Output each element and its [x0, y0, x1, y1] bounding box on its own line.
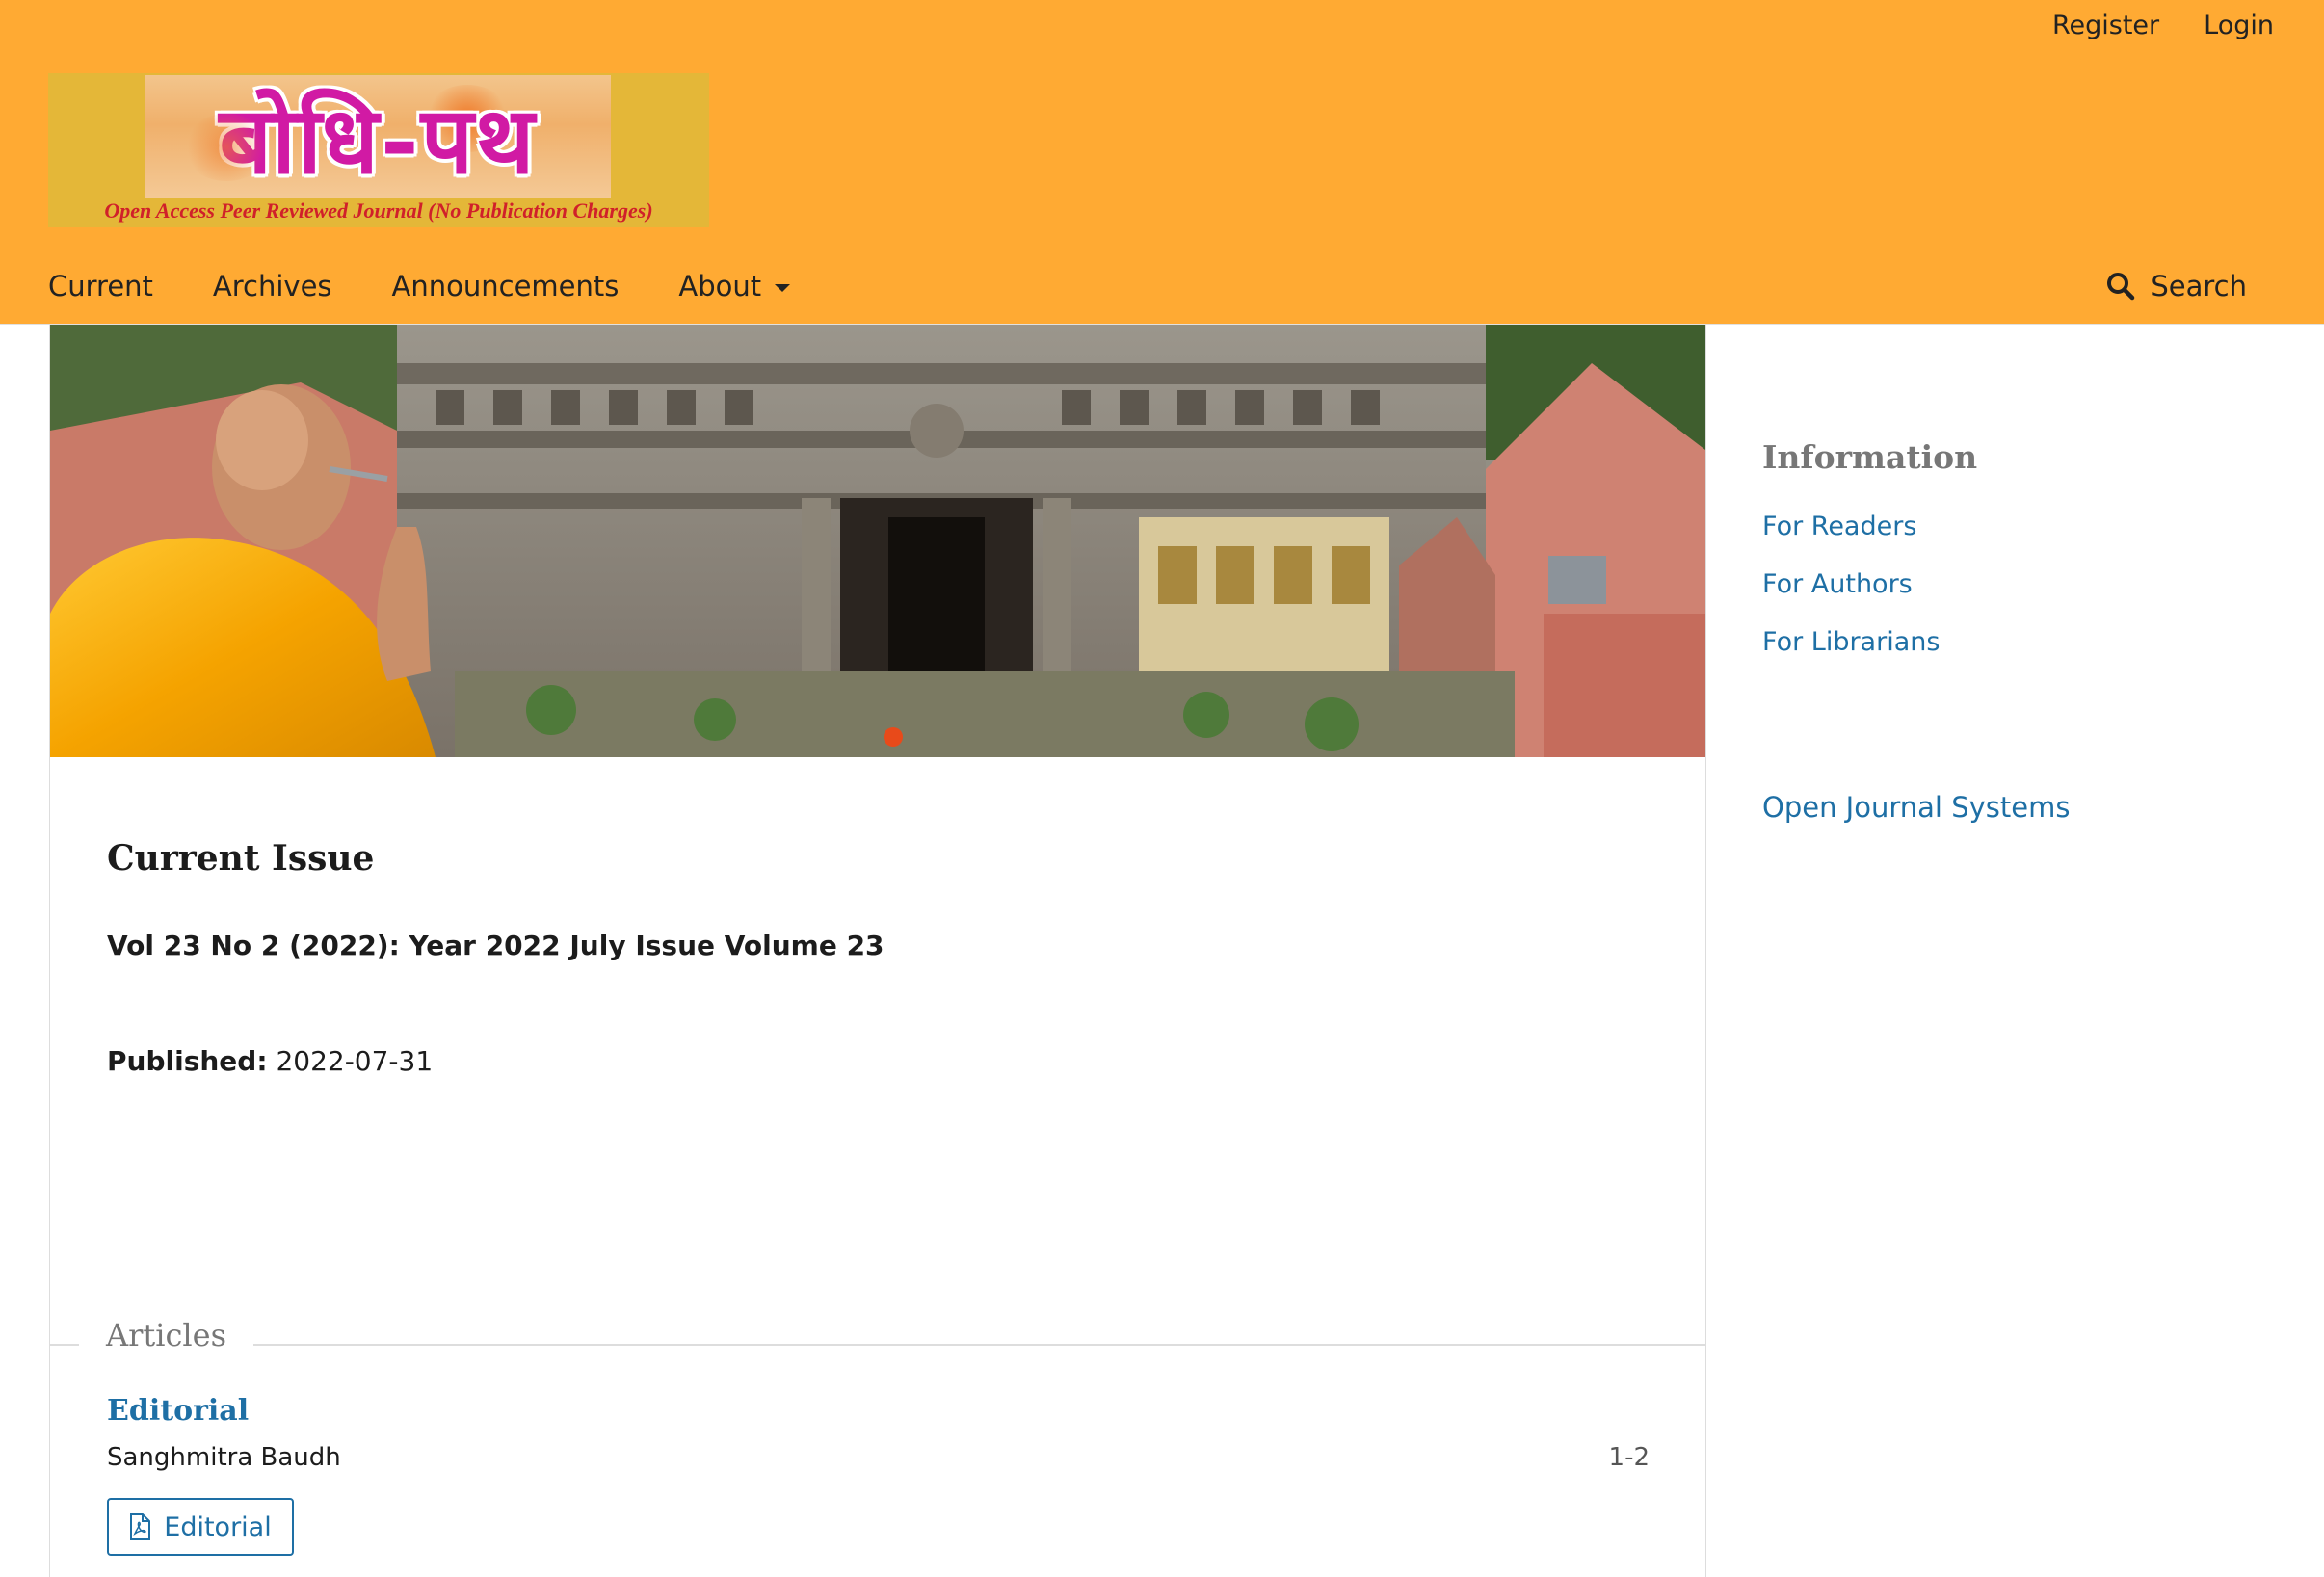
nav-archives-label: Archives [212, 270, 332, 302]
article-pages: 1-2 [1608, 1443, 1650, 1472]
sidebar-link-for-librarians[interactable]: For Librarians [1762, 627, 1940, 657]
published-info: Published: 2022-07-31 [107, 1045, 433, 1077]
logo-tagline: Open Access Peer Reviewed Journal (No Pu… [104, 198, 653, 223]
search-label: Search [2151, 270, 2247, 302]
section-divider [50, 1344, 1705, 1346]
article-author: Sanghmitra Baudh [107, 1443, 341, 1472]
page-title: Current Issue [107, 838, 375, 879]
issue-identification: Vol 23 No 2 (2022): Year 2022 July Issue… [107, 930, 885, 961]
caret-down-icon [775, 284, 791, 292]
main-content: Current Issue Vol 23 No 2 (2022): Year 2… [49, 325, 1706, 1577]
sidebar-heading-information: Information [1762, 438, 1978, 476]
open-journal-systems-link[interactable]: Open Journal Systems [1762, 791, 2070, 824]
nav-announcements[interactable]: Announcements [392, 270, 620, 302]
sidebar-link-for-readers[interactable]: For Readers [1762, 512, 1916, 541]
cover-image [50, 325, 1705, 757]
nav-current[interactable]: Current [48, 270, 153, 302]
pdf-galley-button[interactable]: Editorial [107, 1498, 294, 1556]
galley-label: Editorial [164, 1511, 272, 1542]
journal-logo[interactable]: बोधि-पथ Open Access Peer Reviewed Journa… [48, 73, 709, 227]
published-label: Published: [107, 1045, 268, 1077]
nav-about-label: About [678, 270, 762, 302]
search-icon [2107, 273, 2135, 301]
article-title-link[interactable]: Editorial [107, 1394, 249, 1428]
articles-section-label: Articles [79, 1317, 254, 1354]
published-date: 2022-07-31 [276, 1045, 434, 1077]
nav-announcements-label: Announcements [391, 270, 620, 302]
logo-script-text: बोधि-पथ [219, 85, 537, 195]
articles-section-header: Articles [50, 1307, 1705, 1365]
register-link[interactable]: Register [2052, 11, 2159, 40]
search-button[interactable]: Search [2106, 260, 2247, 312]
site-header: Register Login बोधि-पथ Open Access Peer … [0, 0, 2324, 325]
nav-archives[interactable]: Archives [213, 270, 332, 302]
primary-nav: Current Archives Announcements About [48, 260, 791, 312]
file-pdf-icon [130, 1513, 151, 1540]
login-link[interactable]: Login [2204, 11, 2274, 40]
sidebar-link-for-authors[interactable]: For Authors [1762, 569, 1913, 599]
nav-current-label: Current [48, 270, 153, 302]
user-nav: Register Login [2052, 0, 2274, 50]
nav-about[interactable]: About [678, 270, 791, 302]
temple-cover-illustration [50, 325, 1705, 757]
logo-banner: बोधि-पथ [145, 75, 611, 198]
